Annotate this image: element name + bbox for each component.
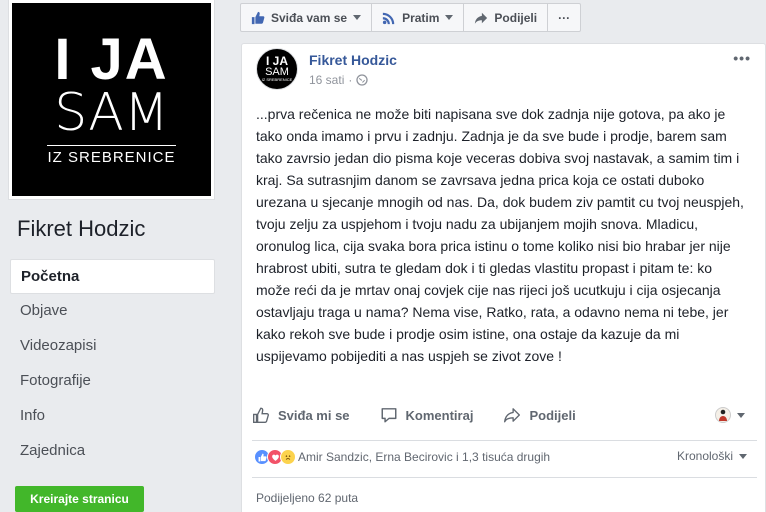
more-dots-icon: ··· xyxy=(558,10,571,25)
sad-reaction-icon xyxy=(280,449,296,465)
thumbs-up-icon xyxy=(251,11,265,24)
nav-item-videos[interactable]: Videozapisi xyxy=(10,329,215,364)
page-like-label: Sviđa vam se xyxy=(271,10,348,25)
create-page-button[interactable]: Kreirajte stranicu xyxy=(15,486,144,512)
reactions-text: Amir Sandzic, Erna Becirovic i 1,3 tisuć… xyxy=(298,450,551,464)
post-divider xyxy=(252,440,757,441)
share-button[interactable]: Podijeli xyxy=(503,406,576,424)
reactions-summary[interactable]: Amir Sandzic, Erna Becirovic i 1,3 tisuć… xyxy=(254,449,759,465)
globe-icon xyxy=(356,74,369,86)
comment-sort-dropdown[interactable]: Kronološki xyxy=(677,449,747,463)
person-silhouette-icon xyxy=(719,409,727,421)
rss-icon xyxy=(382,12,395,24)
avatar-logo-line-2: SAM xyxy=(265,66,289,78)
page-action-bar: Sviđa vam se Pratim Podijeli ··· xyxy=(240,3,582,32)
share-arrow-icon xyxy=(475,12,488,24)
page-like-button[interactable]: Sviđa vam se xyxy=(240,3,373,32)
avatar-logo-line-3: IZ SREBRENICE xyxy=(261,77,293,82)
thumbs-up-icon xyxy=(258,453,267,461)
page-more-button[interactable]: ··· xyxy=(547,3,582,32)
chevron-down-icon xyxy=(353,15,362,20)
logo-line-1: I JA xyxy=(54,27,169,92)
share-arrow-icon xyxy=(504,408,521,423)
post-options-icon[interactable]: ••• xyxy=(733,50,751,66)
comment-bubble-icon xyxy=(381,408,397,423)
post-meta: 16 sati · xyxy=(309,73,369,87)
heart-icon xyxy=(271,454,279,461)
page-share-button[interactable]: Podijeli xyxy=(463,3,549,32)
nav-item-info[interactable]: Info xyxy=(10,399,215,434)
chevron-down-icon xyxy=(739,453,747,459)
page-profile-photo[interactable]: I JA SAM IZ SREBRENICE xyxy=(8,0,215,200)
post-as-selector[interactable] xyxy=(715,407,745,423)
page-logo: I JA SAM IZ SREBRENICE xyxy=(12,3,211,196)
author-avatar[interactable]: I JA SAM IZ SREBRENICE xyxy=(256,48,298,90)
post-body-text: ...prva rečenica ne može biti napisana s… xyxy=(256,106,744,364)
share-label: Podijeli xyxy=(529,407,576,423)
thumbs-up-icon xyxy=(253,407,269,423)
sort-label: Kronološki xyxy=(676,449,733,463)
nav-item-posts[interactable]: Objave xyxy=(10,294,215,329)
page-follow-button[interactable]: Pratim xyxy=(371,3,465,32)
comment-button[interactable]: Komentiraj xyxy=(380,406,474,424)
post-action-bar: Sviđa mi se Komentiraj Podijeli xyxy=(252,399,757,431)
viewer-avatar xyxy=(715,407,731,423)
sad-face-icon xyxy=(285,455,291,460)
nav-item-photos[interactable]: Fotografije xyxy=(10,364,215,399)
chevron-down-icon xyxy=(737,412,745,418)
chevron-down-icon xyxy=(445,15,454,20)
nav-item-community[interactable]: Zajednica xyxy=(10,434,215,469)
reactions-divider xyxy=(252,477,757,478)
shares-count[interactable]: Podijeljeno 62 puta xyxy=(256,491,358,505)
comment-label: Komentiraj xyxy=(405,407,474,423)
meta-separator: · xyxy=(348,73,353,87)
post-timestamp[interactable]: 16 sati xyxy=(309,73,344,87)
page-nav: Početna Objave Videozapisi Fotografije I… xyxy=(10,259,215,469)
nav-item-home[interactable]: Početna xyxy=(10,259,215,294)
logo-line-2: SAM xyxy=(54,83,169,143)
like-button[interactable]: Sviđa mi se xyxy=(252,406,350,424)
logo-line-3: IZ SREBRENICE xyxy=(47,145,176,166)
page-share-label: Podijeli xyxy=(494,10,538,25)
page-name[interactable]: Fikret Hodzic xyxy=(17,216,145,242)
post-author-link[interactable]: Fikret Hodzic xyxy=(309,52,397,68)
post-card: I JA SAM IZ SREBRENICE Fikret Hodzic 16 … xyxy=(241,43,766,512)
page-follow-label: Pratim xyxy=(402,10,440,25)
like-label: Sviđa mi se xyxy=(278,407,350,423)
reaction-icons xyxy=(254,449,296,465)
